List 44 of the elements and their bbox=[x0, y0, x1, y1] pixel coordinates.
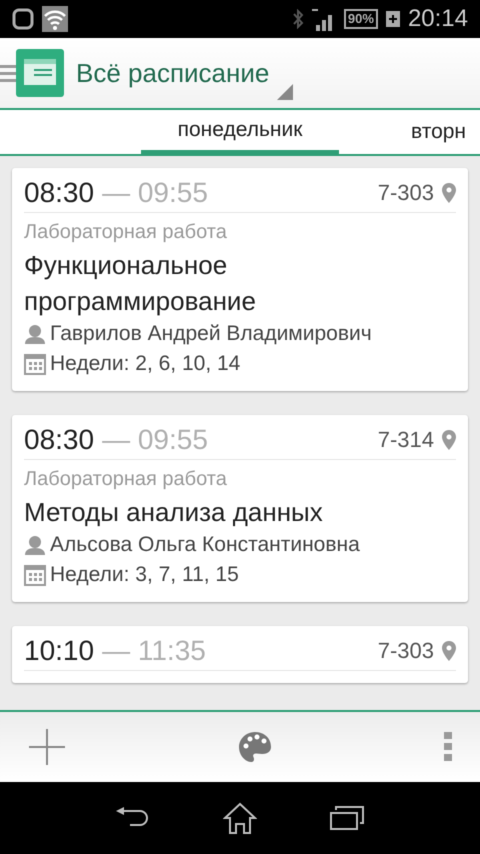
home-icon[interactable] bbox=[222, 802, 257, 834]
location-pin-icon bbox=[442, 641, 456, 661]
calendar-icon bbox=[24, 353, 46, 375]
day-tab[interactable]: понедельник bbox=[141, 110, 339, 154]
watch-icon bbox=[12, 7, 34, 31]
back-icon[interactable] bbox=[116, 807, 150, 829]
room-number: 7-303 bbox=[378, 637, 434, 665]
room-number: 7-303 bbox=[378, 179, 434, 207]
bluetooth-icon bbox=[292, 9, 304, 29]
end-time: — 09:55 bbox=[102, 423, 208, 457]
end-time: — 11:35 bbox=[102, 634, 206, 668]
start-time: 08:30 bbox=[24, 423, 94, 457]
calendar-icon bbox=[24, 564, 46, 586]
overflow-menu-icon[interactable] bbox=[444, 732, 452, 762]
lesson-card[interactable]: 10:10 — 11:35 7-303 bbox=[12, 626, 468, 683]
schedule-dropdown[interactable]: Всё расписание bbox=[76, 38, 294, 108]
end-time: — 09:55 bbox=[102, 176, 208, 210]
caret-icon bbox=[277, 84, 294, 100]
lesson-card[interactable]: 08:30 — 09:55 7-314 Лабораторная работа Методы анализа данных Альсова Ольга Константиновна Недели: 3, 7, 11, 15 bbox=[12, 415, 468, 602]
recent-apps-icon[interactable] bbox=[330, 806, 364, 830]
day-tab[interactable]: вторн bbox=[339, 110, 480, 154]
location-pin-icon bbox=[442, 183, 456, 203]
weeks-text: Недели: 3, 7, 11, 15 bbox=[50, 562, 239, 588]
lesson-card[interactable]: 08:30 — 09:55 7-303 Лабораторная работа Функциональное программирование Гаврилов Андрей Владимирович Недели: 2, 6, 10, 14 bbox=[12, 168, 468, 391]
app-logo-icon[interactable] bbox=[16, 49, 64, 97]
room-number: 7-314 bbox=[378, 426, 434, 454]
charging-icon bbox=[386, 11, 400, 27]
weeks-text: Недели: 2, 6, 10, 14 bbox=[50, 351, 240, 377]
subject-title: Методы анализа данных bbox=[24, 496, 324, 529]
subject-title: Функциональное программирование bbox=[24, 249, 257, 318]
start-time: 10:10 bbox=[24, 634, 94, 668]
teacher-name: Альсова Ольга Константиновна bbox=[50, 532, 360, 558]
palette-icon[interactable] bbox=[238, 731, 272, 763]
add-icon[interactable] bbox=[28, 728, 66, 766]
person-icon bbox=[24, 324, 46, 344]
lesson-type: Лабораторная работа bbox=[24, 220, 228, 245]
wifi-icon bbox=[42, 6, 68, 32]
start-time: 08:30 bbox=[24, 176, 94, 210]
location-pin-icon bbox=[442, 430, 456, 450]
teacher-name: Гаврилов Андрей Владимирович bbox=[50, 321, 372, 347]
clock: 20:14 bbox=[408, 4, 468, 34]
battery-level: 90% bbox=[344, 9, 378, 29]
lesson-type: Лабораторная работа bbox=[24, 467, 228, 492]
person-icon bbox=[24, 535, 46, 555]
